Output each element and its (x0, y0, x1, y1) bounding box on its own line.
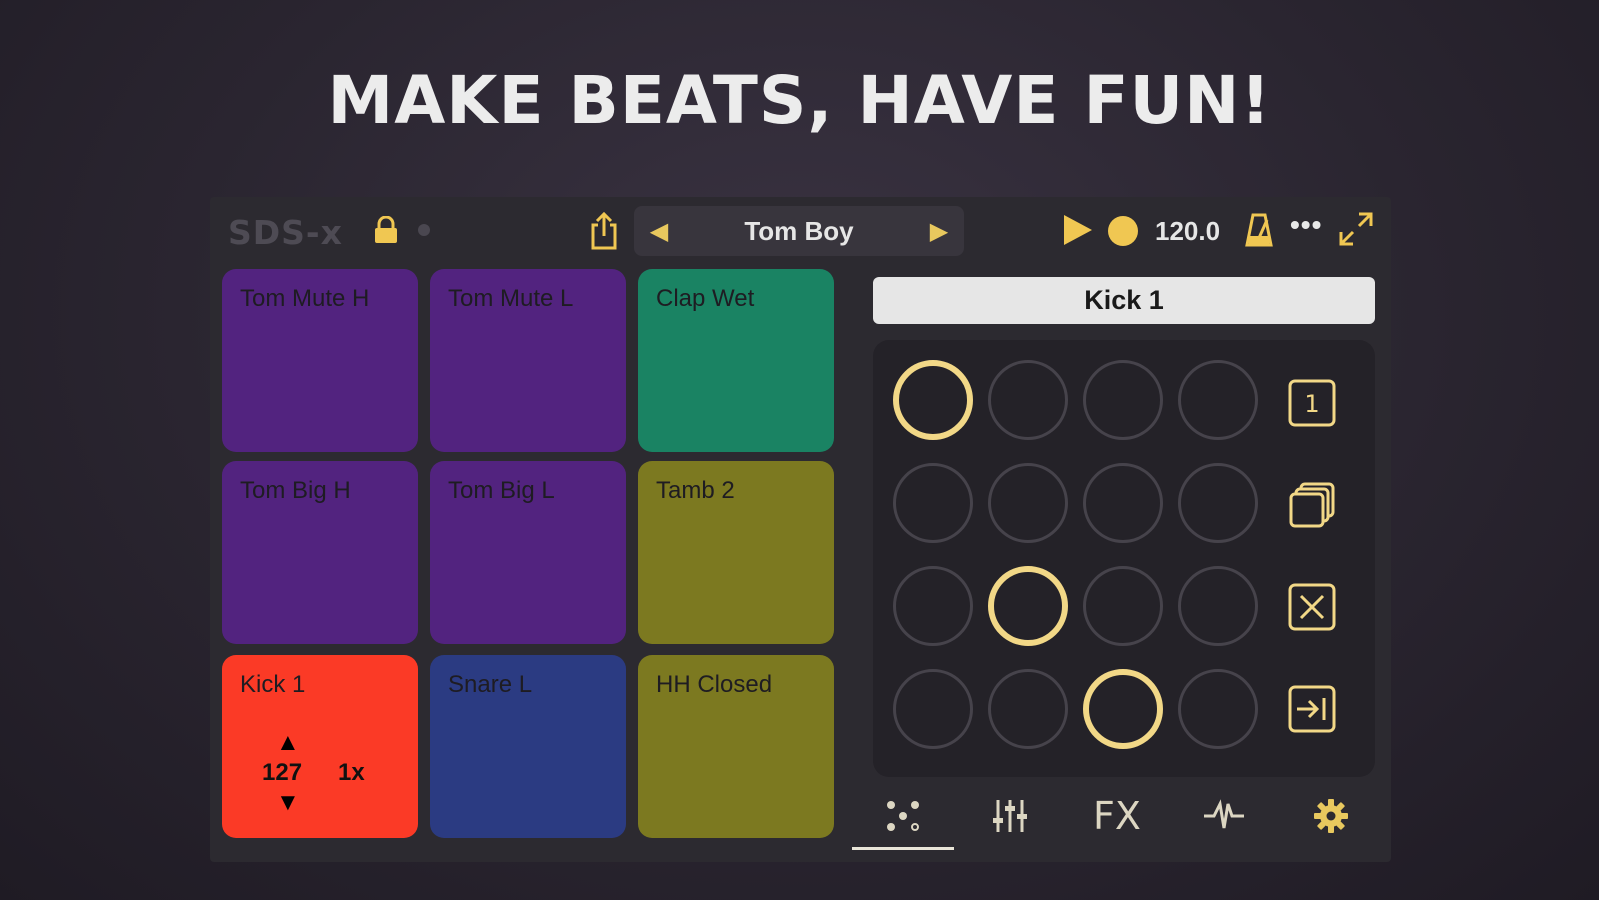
pattern-icon (887, 801, 919, 831)
velocity-up-button[interactable]: ▲ (276, 729, 300, 757)
step-button[interactable] (1083, 360, 1163, 440)
step-button[interactable] (1178, 566, 1258, 646)
velocity-down-button[interactable]: ▼ (276, 789, 300, 817)
pad-tom-big-l[interactable]: Tom Big L (430, 461, 626, 644)
next-icon[interactable] (1287, 684, 1337, 734)
mixer-icon (993, 800, 1027, 832)
fx-label: FX (1093, 794, 1141, 838)
lock-icon[interactable] (373, 216, 399, 244)
step-button[interactable] (893, 669, 973, 749)
pad-label: Snare L (448, 671, 533, 698)
pad-hh-closed[interactable]: HH Closed (638, 655, 834, 838)
preset-name[interactable]: Tom Boy (684, 206, 914, 256)
top-bar: SDS-x ◀ Tom Boy ▶ 120.0 ••• (210, 197, 1391, 263)
pad-grid: Tom Mute H Tom Mute L Clap Wet Tom Big H… (222, 269, 838, 850)
selected-pad-name: Kick 1 (873, 277, 1375, 324)
velocity-control: ▲ 127 1x ▼ (262, 729, 402, 819)
step-button[interactable] (988, 669, 1068, 749)
play-button[interactable] (1064, 215, 1092, 245)
step-sequencer: 1 (873, 340, 1375, 777)
repeat-value[interactable]: 1x (338, 759, 365, 787)
pad-label: HH Closed (656, 671, 773, 698)
tab-settings[interactable] (1278, 782, 1384, 850)
record-button[interactable] (1108, 216, 1138, 246)
pad-tom-mute-h[interactable]: Tom Mute H (222, 269, 418, 452)
pad-label: Tamb 2 (656, 477, 735, 504)
pad-tom-mute-l[interactable]: Tom Mute L (430, 269, 626, 452)
step-button[interactable] (988, 566, 1068, 646)
metronome-icon[interactable] (1245, 212, 1273, 248)
tab-fx[interactable]: FX (1064, 782, 1170, 850)
preset-selector: ◀ Tom Boy ▶ (634, 206, 964, 256)
pad-clap-wet[interactable]: Clap Wet (638, 269, 834, 452)
pattern-number: 1 (1304, 390, 1319, 418)
pad-label: Kick 1 (240, 671, 306, 698)
tempo-value[interactable]: 120.0 (1155, 216, 1220, 247)
step-button[interactable] (988, 463, 1068, 543)
step-button[interactable] (1083, 669, 1163, 749)
duplicate-icon[interactable] (1287, 480, 1337, 530)
app-window: SDS-x ◀ Tom Boy ▶ 120.0 ••• Tom Mute H T… (210, 197, 1391, 862)
pad-label: Tom Mute L (448, 285, 574, 312)
tab-waveform[interactable] (1171, 782, 1277, 850)
pad-tom-big-h[interactable]: Tom Big H (222, 461, 418, 644)
step-button[interactable] (893, 566, 973, 646)
clear-icon[interactable] (1287, 582, 1337, 632)
pad-kick-1[interactable]: Kick 1 ▲ 127 1x ▼ (222, 655, 418, 838)
step-button[interactable] (1083, 463, 1163, 543)
pad-label: Clap Wet (656, 285, 755, 312)
status-dot (418, 224, 430, 236)
more-icon[interactable]: ••• (1290, 209, 1322, 241)
step-button[interactable] (988, 360, 1068, 440)
step-button[interactable] (893, 463, 973, 543)
step-button[interactable] (1178, 669, 1258, 749)
pad-label: Tom Big L (448, 477, 555, 504)
previous-preset-button[interactable]: ◀ (634, 206, 684, 256)
velocity-value: 127 (262, 759, 303, 786)
next-preset-button[interactable]: ▶ (914, 206, 964, 256)
tab-mixer[interactable] (957, 782, 1063, 850)
tab-pattern[interactable] (850, 782, 956, 850)
pad-snare-l[interactable]: Snare L (430, 655, 626, 838)
step-button[interactable] (1178, 360, 1258, 440)
bottom-tab-bar: FX (850, 782, 1391, 857)
app-brand: SDS-x (228, 213, 343, 252)
step-button[interactable] (1083, 566, 1163, 646)
waveform-icon (1204, 799, 1244, 829)
pad-label: Tom Big H (240, 477, 351, 504)
step-button[interactable] (1178, 463, 1258, 543)
pattern-1-icon[interactable]: 1 (1287, 378, 1337, 428)
pad-label: Tom Mute H (240, 285, 370, 312)
share-icon[interactable] (587, 211, 621, 251)
pad-tamb-2[interactable]: Tamb 2 (638, 461, 834, 644)
settings-icon (1314, 799, 1348, 833)
step-button[interactable] (893, 360, 973, 440)
headline: MAKE BEATS, HAVE FUN! (327, 62, 1272, 139)
expand-icon[interactable] (1338, 211, 1374, 247)
